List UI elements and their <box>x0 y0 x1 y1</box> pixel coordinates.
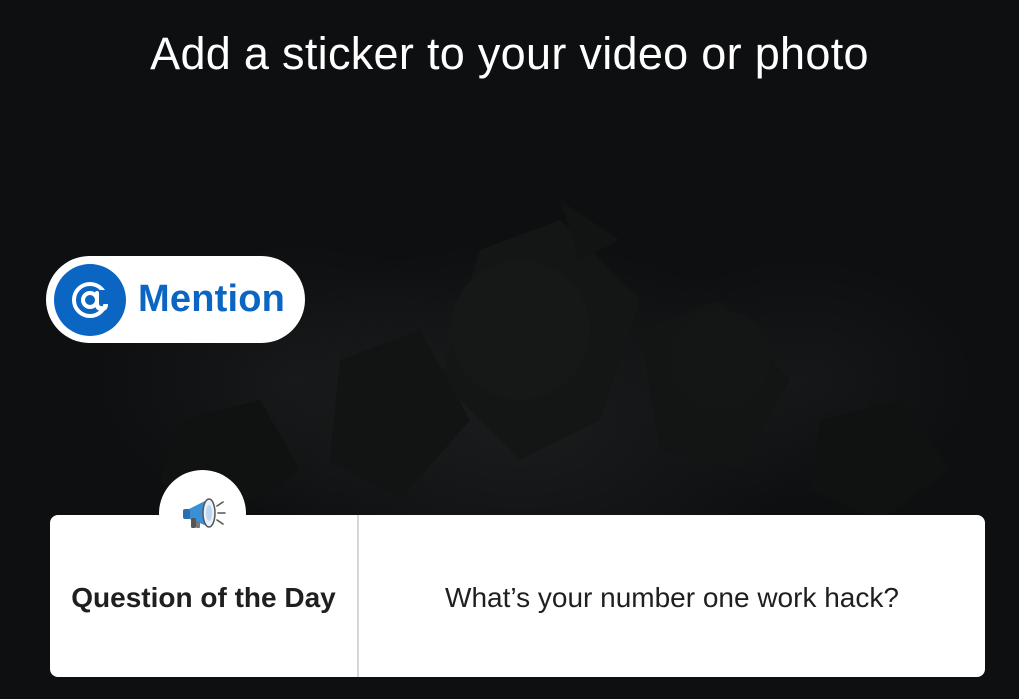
mention-label: Mention <box>138 278 286 320</box>
sticker-picker-screen: Add a sticker to your video or photo Men… <box>0 0 1019 699</box>
question-text: What’s your number one work hack? <box>445 582 899 613</box>
mention-sticker-button[interactable]: Mention <box>46 256 305 343</box>
question-heading: Question of the Day <box>71 582 336 613</box>
megaphone-icon <box>159 470 246 557</box>
at-sign-icon <box>54 263 126 336</box>
page-title: Add a sticker to your video or photo <box>150 28 869 79</box>
question-text-panel: What’s your number one work hack? <box>359 515 985 677</box>
